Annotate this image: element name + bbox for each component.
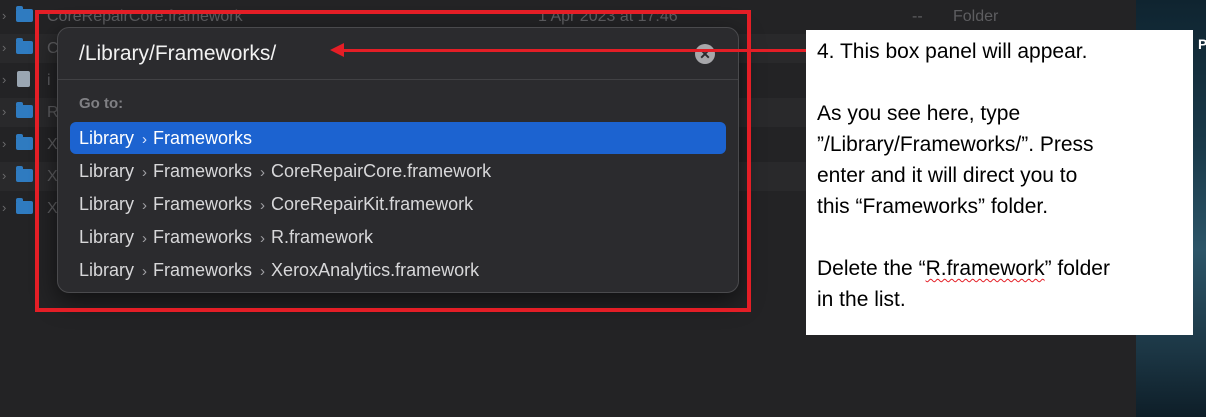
disclosure-chevron-icon[interactable]: › <box>2 104 6 119</box>
note-line: enter and it will direct you to <box>817 164 1078 187</box>
note-text: Delete the “ <box>817 257 926 280</box>
annotation-arrow-line <box>342 49 806 52</box>
document-icon <box>17 71 30 87</box>
folder-icon <box>16 166 33 182</box>
disclosure-chevron-icon[interactable]: › <box>2 136 6 151</box>
folder-icon <box>16 134 33 150</box>
folder-icon <box>16 102 33 118</box>
note-spellcheck-word: R.framework <box>925 257 1045 280</box>
disclosure-chevron-icon[interactable]: › <box>2 168 6 183</box>
disclosure-chevron-icon[interactable]: › <box>2 200 6 215</box>
file-size: -- <box>912 8 923 25</box>
note-text: ” folder <box>1044 257 1110 280</box>
disclosure-chevron-icon[interactable]: › <box>2 40 6 55</box>
note-line: As you see here, type <box>817 102 1021 125</box>
disclosure-chevron-icon[interactable]: › <box>2 72 6 87</box>
note-line: this “Frameworks” folder. <box>817 195 1049 218</box>
instruction-note: 4. This box panel will appear. As you se… <box>806 30 1193 335</box>
wallpaper-edge-text: P <box>1198 36 1206 52</box>
annotation-arrow-head-icon <box>330 43 344 57</box>
note-delete-line: Delete the “R.framework” folder <box>817 253 1183 284</box>
note-line: in the list. <box>817 288 906 311</box>
file-kind: Folder <box>953 8 999 25</box>
folder-icon <box>16 198 33 214</box>
folder-icon <box>16 6 33 22</box>
annotation-highlight-frame <box>35 10 751 312</box>
disclosure-chevron-icon[interactable]: › <box>2 8 6 23</box>
note-line: ”/Library/Frameworks/”. Press <box>817 133 1094 156</box>
folder-icon <box>16 38 33 54</box>
note-step-heading: 4. This box panel will appear. <box>817 40 1088 63</box>
